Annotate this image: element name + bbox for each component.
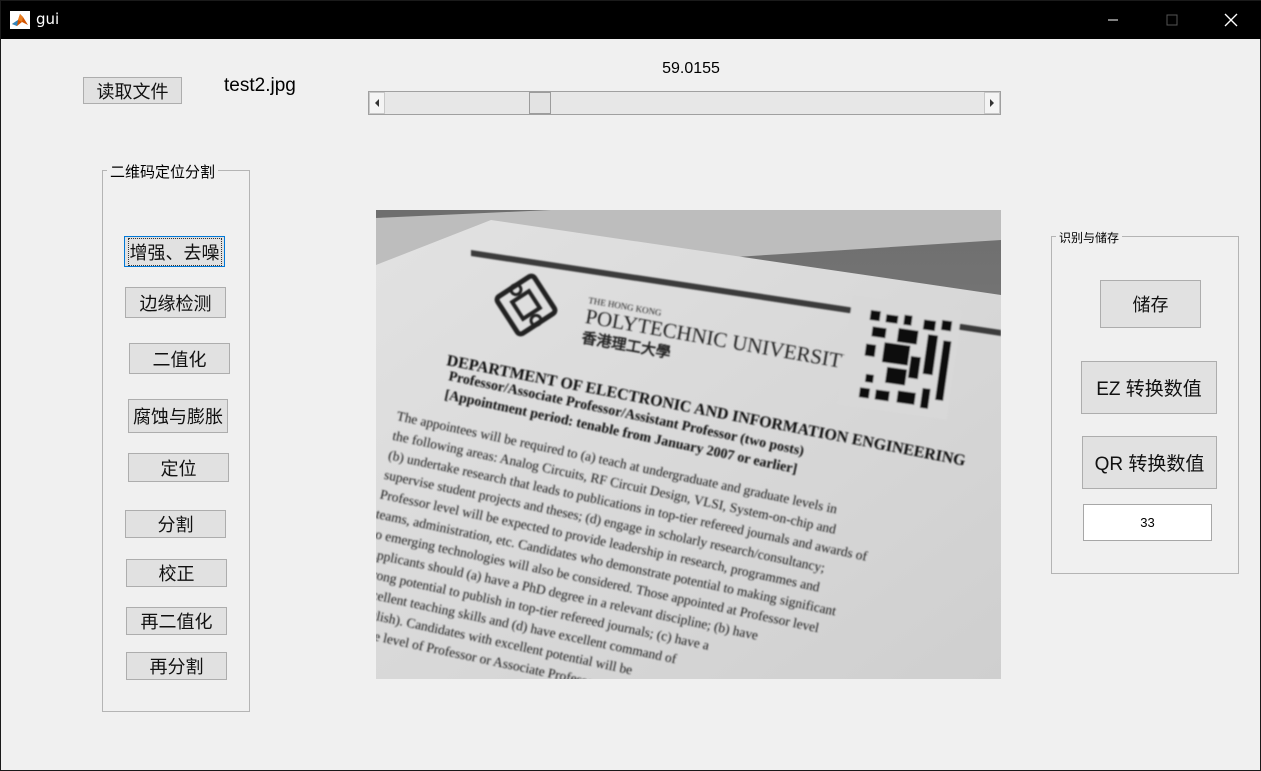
binarize-label: 二值化 [152,349,207,371]
window-title: gui [36,10,60,28]
minimize-button[interactable] [1084,1,1142,39]
slider-left-arrow[interactable] [369,92,385,114]
qr-convert-button[interactable]: QR 转换数值 [1082,436,1217,489]
segment-button[interactable]: 分割 [125,510,226,538]
qr-convert-label: QR 转换数值 [1094,454,1205,475]
resegment-button[interactable]: 再分割 [126,652,227,680]
close-button[interactable] [1202,1,1260,39]
matlab-logo-icon [10,11,30,29]
store-button[interactable]: 储存 [1100,280,1201,328]
store-label: 储存 [1132,295,1169,316]
maximize-icon [1166,14,1178,26]
edge-detect-button[interactable]: 边缘检测 [125,287,226,318]
slider-value-label: 59.0155 [662,60,720,77]
segment-label: 分割 [157,515,194,536]
arrow-right-icon [990,99,994,107]
ez-convert-button[interactable]: EZ 转换数值 [1081,361,1217,414]
enhance-denoise-button[interactable]: 增强、去噪 [124,236,225,267]
rebinarize-button[interactable]: 再二值化 [126,607,227,635]
title-bar: gui [1,1,1261,39]
result-value-field[interactable]: 33 [1083,504,1212,541]
erode-dilate-label: 腐蚀与膨胀 [133,407,223,428]
enhance-denoise-label: 增强、去噪 [127,237,222,266]
file-name-label: test2.jpg [224,75,296,96]
close-icon [1224,13,1238,27]
slider-right-arrow[interactable] [984,92,1000,114]
correct-button[interactable]: 校正 [126,559,227,587]
erode-dilate-button[interactable]: 腐蚀与膨胀 [128,399,228,433]
document-photo: THE HONG KONG POLYTECHNIC UNIVERSITY 香港理… [376,210,1001,679]
binarize-button[interactable]: 二值化 [129,343,230,374]
ez-convert-label: EZ 转换数值 [1096,379,1202,400]
result-value-text: 33 [1140,515,1155,530]
locate-segment-group-title: 二维码定位分割 [107,161,219,182]
locate-label: 定位 [160,458,197,480]
gui-window: gui 读取文件 test2.jpg 59.0155 二维码定位分割 增强、去噪… [0,0,1261,771]
resegment-label: 再分割 [149,657,204,678]
slider-thumb[interactable] [529,92,552,114]
rebinarize-label: 再二值化 [140,612,213,633]
read-file-label: 读取文件 [96,81,169,103]
read-file-button[interactable]: 读取文件 [83,77,182,104]
arrow-left-icon [375,99,379,107]
locate-button[interactable]: 定位 [128,453,229,482]
minimize-icon [1108,19,1118,21]
threshold-slider[interactable] [368,91,1001,115]
correct-label: 校正 [158,564,195,585]
image-display: THE HONG KONG POLYTECHNIC UNIVERSITY 香港理… [376,210,1001,679]
recognize-store-group-title: 识别与储存 [1056,229,1123,246]
edge-detect-label: 边缘检测 [139,293,212,315]
maximize-button[interactable] [1143,1,1201,39]
